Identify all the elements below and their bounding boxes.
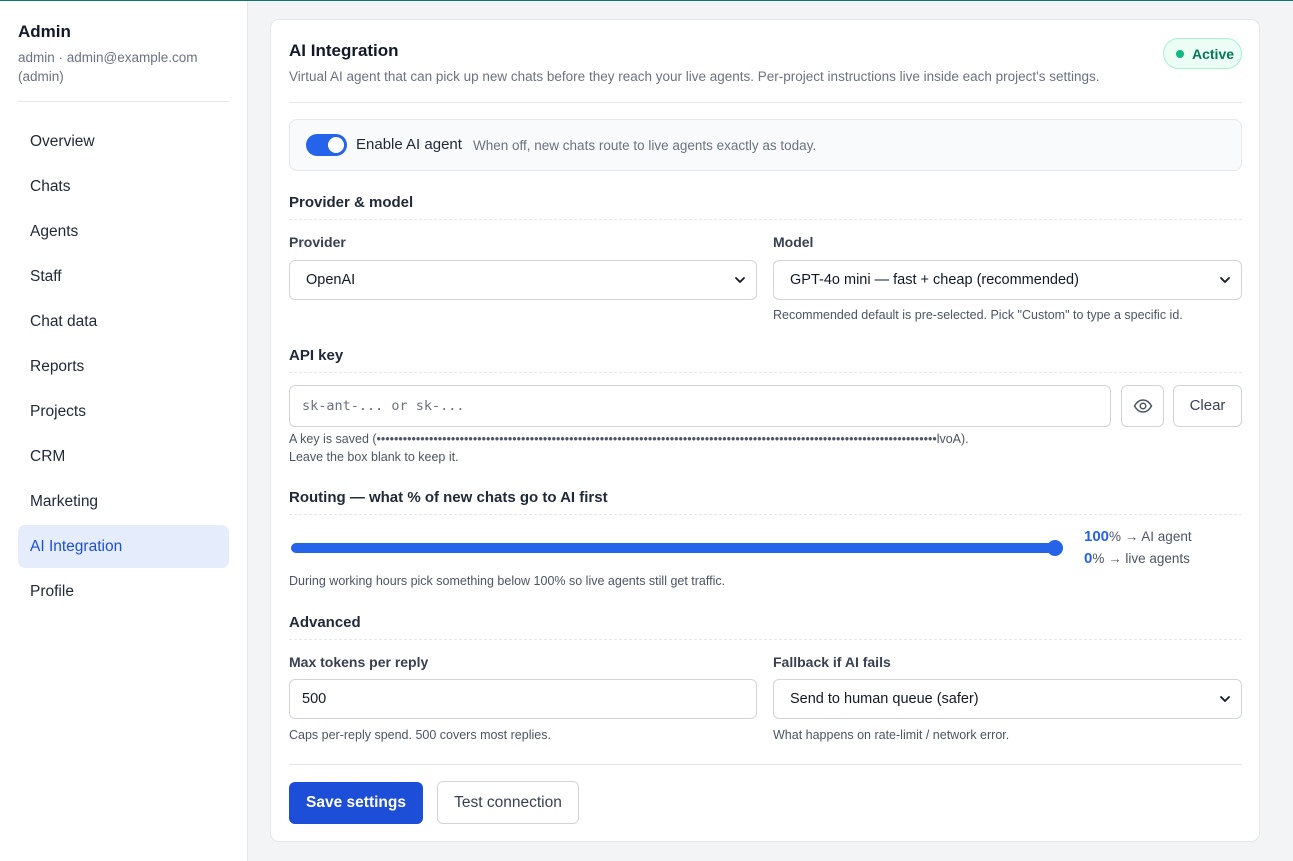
sidebar-item-agents[interactable]: Agents: [18, 210, 229, 253]
status-badge: Active: [1163, 38, 1242, 69]
fallback-select[interactable]: Send to human queue (safer): [773, 679, 1242, 719]
sidebar-item-projects[interactable]: Projects: [18, 390, 229, 433]
sidebar-item-crm[interactable]: CRM: [18, 435, 229, 478]
save-settings-button[interactable]: Save settings: [289, 782, 423, 824]
routing-slider[interactable]: [291, 540, 1063, 556]
sidebar: Admin admin · admin@example.com (admin) …: [0, 1, 248, 861]
sidebar-title: Admin: [18, 22, 71, 41]
model-select-value: GPT-4o mini — fast + cheap (recommended): [790, 272, 1079, 288]
model-label: Model: [773, 234, 814, 250]
page-description: Virtual AI agent that can pick up new ch…: [289, 69, 1100, 84]
routing-ai-share: 100% → AI agent: [1084, 528, 1192, 545]
provider-label: Provider: [289, 234, 346, 250]
routing-section-title: Routing — what % of new chats go to AI f…: [289, 489, 608, 506]
routing-ai-percent: 100: [1084, 528, 1110, 545]
api-key-keep-note: Leave the box blank to keep it.: [289, 450, 459, 464]
sidebar-header: Admin admin · admin@example.com (admin): [18, 22, 230, 86]
clear-key-button[interactable]: Clear: [1173, 385, 1242, 427]
api-key-saved-note: A key is saved (••••••••••••••••••••••••…: [289, 432, 969, 446]
max-tokens-label: Max tokens per reply: [289, 654, 429, 670]
fallback-select-value: Send to human queue (safer): [790, 691, 979, 707]
provider-select-value: OpenAI: [306, 272, 356, 288]
advanced-section-divider: [289, 639, 1242, 640]
eye-icon: [1133, 399, 1152, 413]
enable-ai-row: Enable AI agent When off, new chats rout…: [289, 119, 1242, 171]
routing-section-divider: [289, 514, 1242, 515]
header-divider: [289, 102, 1242, 103]
api-key-section-divider: [289, 372, 1242, 373]
max-tokens-input[interactable]: 500: [289, 679, 757, 719]
sidebar-item-chats[interactable]: Chats: [18, 165, 229, 208]
status-dot-icon: [1176, 49, 1184, 58]
chevron-down-icon: [735, 277, 745, 283]
provider-section-divider: [289, 219, 1242, 220]
status-badge-label: Active: [1192, 45, 1235, 62]
sidebar-item-ai-integration[interactable]: AI Integration: [18, 525, 229, 568]
enable-ai-toggle[interactable]: [306, 134, 347, 156]
api-key-input[interactable]: sk-ant-... or sk-...: [289, 385, 1111, 427]
chevron-down-icon: [1220, 696, 1230, 702]
model-help: Recommended default is pre-selected. Pic…: [773, 308, 1183, 322]
page-title: AI Integration: [289, 41, 399, 60]
sidebar-item-profile[interactable]: Profile: [18, 570, 229, 613]
sidebar-item-overview[interactable]: Overview: [18, 120, 229, 163]
sidebar-item-staff[interactable]: Staff: [18, 255, 229, 298]
routing-slider-thumb[interactable]: [1047, 540, 1063, 556]
sidebar-item-reports[interactable]: Reports: [18, 345, 229, 388]
toggle-knob: [328, 137, 344, 153]
model-select[interactable]: GPT-4o mini — fast + cheap (recommended): [773, 260, 1242, 300]
enable-ai-hint: When off, new chats route to live agents…: [473, 138, 817, 153]
sidebar-item-chat-data[interactable]: Chat data: [18, 300, 229, 343]
show-key-button[interactable]: [1121, 385, 1164, 427]
sidebar-divider: [18, 101, 229, 102]
provider-section-title: Provider & model: [289, 194, 414, 211]
api-key-placeholder: sk-ant-... or sk-...: [302, 398, 465, 414]
max-tokens-value: 500: [302, 691, 327, 707]
enable-ai-label: Enable AI agent: [356, 136, 462, 153]
provider-select[interactable]: OpenAI: [289, 260, 757, 300]
sidebar-item-marketing[interactable]: Marketing: [18, 480, 229, 523]
test-connection-button[interactable]: Test connection: [437, 781, 579, 824]
sidebar-user-info: admin · admin@example.com (admin): [18, 50, 198, 84]
routing-help: During working hours pick something belo…: [289, 574, 726, 588]
actions-divider: [289, 764, 1242, 765]
sidebar-nav: Overview Chats Agents Staff Chat data Re…: [18, 120, 229, 615]
ai-integration-card: AI Integration Virtual AI agent that can…: [270, 19, 1260, 842]
routing-ai-suffix: % → AI agent: [1109, 529, 1192, 544]
max-tokens-help: Caps per-reply spend. 500 covers most re…: [289, 728, 551, 742]
chevron-down-icon: [1220, 277, 1230, 283]
routing-slider-fill: [291, 543, 1055, 553]
routing-live-share: 0% → live agents: [1084, 550, 1190, 567]
fallback-help: What happens on rate-limit / network err…: [773, 728, 1010, 742]
api-key-section-title: API key: [289, 347, 344, 364]
advanced-section-title: Advanced: [289, 614, 361, 631]
routing-live-suffix: % → live agents: [1092, 551, 1190, 566]
fallback-label: Fallback if AI fails: [773, 654, 891, 670]
